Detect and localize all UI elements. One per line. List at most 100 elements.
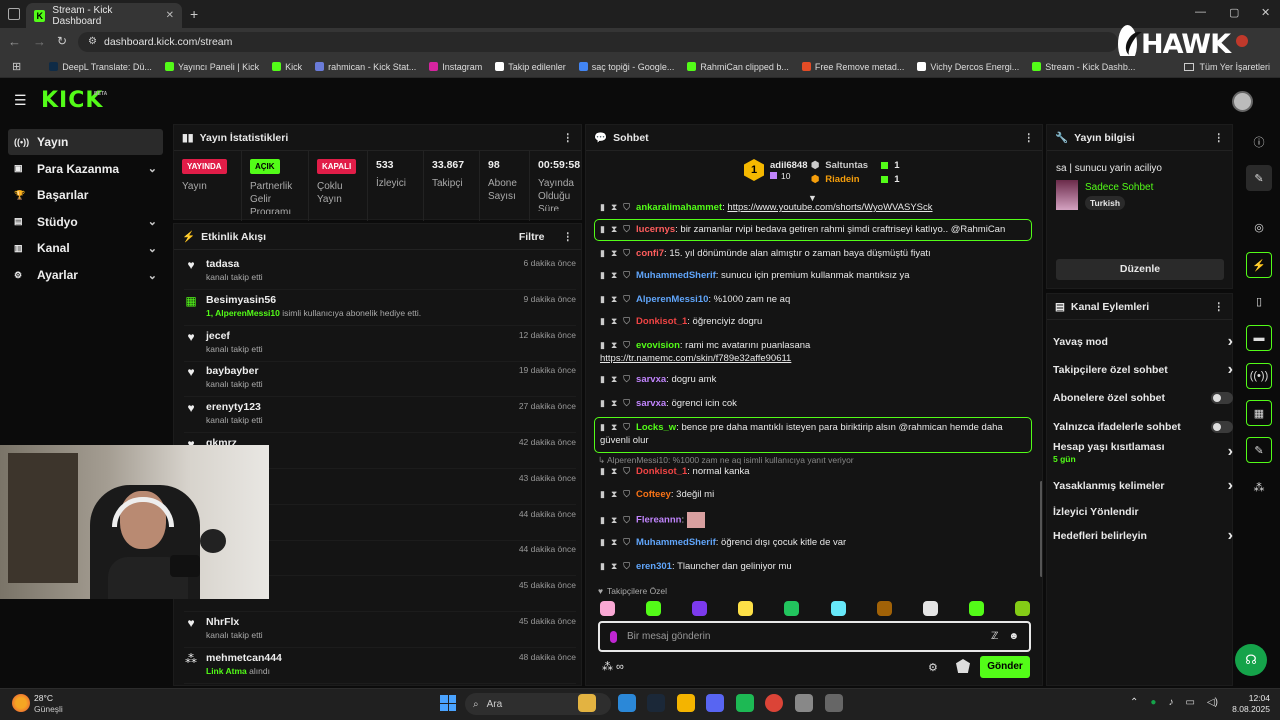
shield-icon[interactable]: ⛉ xyxy=(623,340,630,350)
activity-item[interactable]: ♥ erenyty123 kanalı takip etti 27 dakika ön… xyxy=(184,397,576,434)
toggle-switch[interactable] xyxy=(1211,392,1233,404)
chat-username[interactable]: sarvxa xyxy=(636,398,666,409)
chevron-right-icon[interactable]: › xyxy=(1228,443,1233,461)
pin-icon[interactable]: ▮ xyxy=(600,224,605,234)
system-tray[interactable]: ⌃ ● ♪ ▭ ◁) xyxy=(1130,697,1218,708)
chevron-right-icon[interactable]: › xyxy=(1228,527,1233,545)
pin-icon[interactable]: ▮ xyxy=(600,316,605,326)
sidebar-item-2[interactable]: 🏆 Başarılar xyxy=(8,182,163,208)
chevron-down-icon[interactable]: ⌄ xyxy=(148,242,157,255)
pin-icon[interactable]: ▮ xyxy=(600,561,605,571)
clock-time[interactable]: 12:04 xyxy=(1242,693,1270,703)
shield-icon[interactable]: ⛉ xyxy=(623,489,630,499)
app-icon[interactable] xyxy=(795,694,813,712)
chat-message[interactable]: ▮ ⧗ ⛉ confi7: 15. yıl dönümünde alan almışt… xyxy=(600,247,1026,260)
chrome-icon[interactable] xyxy=(765,694,783,712)
broadcast-rail-icon[interactable]: ((•)) xyxy=(1246,363,1272,389)
minimize-button[interactable]: — xyxy=(1195,6,1206,18)
stats-menu-icon[interactable]: ⋮ xyxy=(563,132,574,144)
timeout-icon[interactable]: ⧗ xyxy=(611,489,617,499)
support-headset-icon[interactable]: ☊ xyxy=(1235,644,1267,676)
sidebar-item-4[interactable]: ▥ Kanal ⌄ xyxy=(8,235,163,261)
filter-button[interactable]: Filtre xyxy=(519,231,545,243)
emote-icon[interactable] xyxy=(830,601,846,616)
profile-icon[interactable] xyxy=(1236,35,1248,47)
timeout-icon[interactable]: ⧗ xyxy=(611,537,617,547)
shield-icon[interactable]: ⛉ xyxy=(623,294,630,304)
chat-text[interactable]: https://www.youtube.com/shorts/WyoWVASYS… xyxy=(727,202,932,213)
hamburger-menu-icon[interactable]: ☰ xyxy=(14,92,27,109)
activity-item[interactable]: ♥ jecef kanalı takip etti 12 dakika önce xyxy=(184,326,576,362)
activity-username[interactable]: NhrFlx xyxy=(206,616,263,628)
chat-message[interactable]: ▮ ⧗ ⛉ Flereannn: xyxy=(600,512,1026,528)
channel-action-item[interactable]: Yavaş mod › xyxy=(1053,328,1233,356)
windows-start-icon[interactable] xyxy=(440,695,456,711)
timeout-icon[interactable]: ⧗ xyxy=(611,515,617,525)
chat-username[interactable]: evovision xyxy=(636,340,680,351)
timeout-icon[interactable]: ⧗ xyxy=(611,561,617,571)
bookmark-item[interactable]: rahmican - Kick Stat... xyxy=(315,62,416,72)
emote-icon[interactable] xyxy=(1014,601,1030,616)
url-field[interactable]: dashboard.kick.com/stream xyxy=(78,32,1118,52)
bookmark-item[interactable]: saç topiği - Google... xyxy=(578,62,674,72)
activity-username[interactable]: jecef xyxy=(206,330,263,342)
back-icon[interactable]: ← xyxy=(8,34,21,49)
shield-icon[interactable]: ⛉ xyxy=(623,316,630,326)
timeout-icon[interactable]: ⧗ xyxy=(611,466,617,476)
chevron-right-icon[interactable]: › xyxy=(1228,361,1233,379)
emote-icon[interactable] xyxy=(600,601,615,616)
emoji-icon[interactable]: ☻ xyxy=(1008,631,1019,642)
channel-action-item[interactable]: Takipçilere özel sohbet › xyxy=(1053,356,1233,384)
timeout-icon[interactable]: ⧗ xyxy=(611,270,617,280)
chat-menu-icon[interactable]: ⋮ xyxy=(1024,132,1035,144)
tray-circle-icon[interactable]: ● xyxy=(1150,697,1156,708)
activity-username[interactable]: baybayber xyxy=(206,365,263,377)
tab-search-icon[interactable] xyxy=(8,8,20,20)
channel-action-item[interactable]: Hesap yaşı kısıtlaması 5 gün › xyxy=(1053,438,1233,466)
activity-item[interactable]: ▦ Besimyasin56 1, AlperenMessi10 isimli ku… xyxy=(184,290,576,326)
chat-settings-icon[interactable]: ⚙ xyxy=(928,661,938,674)
spotify-icon[interactable] xyxy=(736,694,754,712)
timeout-icon[interactable]: ⧗ xyxy=(611,340,617,350)
chat-username[interactable]: MuhammedSherif xyxy=(636,270,716,281)
chat-message[interactable]: ▮ ⧗ ⛉ MuhammedSherif: öğrenci dışı çocuk ki… xyxy=(600,536,1026,549)
shield-icon[interactable]: ⛉ xyxy=(623,270,630,280)
shield-icon[interactable]: ⛉ xyxy=(623,224,630,234)
timeout-icon[interactable]: ⧗ xyxy=(611,422,617,432)
sidebar-item-0[interactable]: ((•)) Yayın xyxy=(8,129,163,155)
forward-icon[interactable]: → xyxy=(33,34,46,49)
emote-icon[interactable] xyxy=(738,601,754,616)
microphone-icon[interactable] xyxy=(610,630,617,643)
user-avatar[interactable] xyxy=(1232,91,1253,112)
activity-item[interactable]: ♥ baybayber kanalı takip etti 19 dakika önc… xyxy=(184,361,576,398)
tray-mic-icon[interactable]: ♪ xyxy=(1168,697,1173,708)
channel-action-item[interactable]: Yalnızca ifadelerle sohbet xyxy=(1053,413,1233,441)
activity-item[interactable]: ⁂ mehmetcan444 Link Atma alındı 48 dakika ö… xyxy=(184,648,576,684)
activity-username[interactable]: Besimyasin56 xyxy=(206,294,421,306)
chevron-down-icon[interactable]: ⌄ xyxy=(148,162,157,175)
pin-icon[interactable]: ▮ xyxy=(600,466,605,476)
send-button[interactable]: Gönder xyxy=(980,656,1030,678)
activity-menu-icon[interactable]: ⋮ xyxy=(563,231,574,243)
maximize-button[interactable]: ▢ xyxy=(1229,6,1239,19)
sidebar-item-5[interactable]: ⚙ Ayarlar ⌄ xyxy=(8,262,163,288)
shield-icon[interactable]: ⛉ xyxy=(623,537,630,547)
badge-icon[interactable] xyxy=(956,659,970,673)
bookmark-item[interactable]: Instagram xyxy=(429,62,482,72)
chat-username[interactable]: lucernys xyxy=(636,224,675,235)
discord-icon[interactable] xyxy=(706,694,724,712)
channel-action-item[interactable]: Abonelere özel sohbet xyxy=(1053,384,1233,412)
pin-icon[interactable]: ▮ xyxy=(600,515,605,525)
chat-text-cont[interactable]: https://tr.namemc.com/skin/f789e32affe90… xyxy=(600,352,1026,365)
activity-username[interactable]: mehmetcan444 xyxy=(206,652,282,664)
close-window-button[interactable]: ✕ xyxy=(1261,6,1270,19)
clock-date[interactable]: 8.08.2025 xyxy=(1222,704,1270,714)
chat-username[interactable]: Donkisot_1 xyxy=(636,316,687,327)
shield-icon[interactable]: ⛉ xyxy=(623,561,630,571)
kick-emote-icon[interactable]: ℤ xyxy=(991,631,998,642)
pin-icon[interactable]: ▮ xyxy=(600,294,605,304)
steam-icon[interactable] xyxy=(647,694,665,712)
chat-input-box[interactable]: Bir mesaj gönderin ℤ ☻ xyxy=(598,621,1031,652)
lightning-rail-icon[interactable]: ⚡ xyxy=(1246,252,1272,278)
new-tab-button[interactable]: + xyxy=(190,6,198,22)
